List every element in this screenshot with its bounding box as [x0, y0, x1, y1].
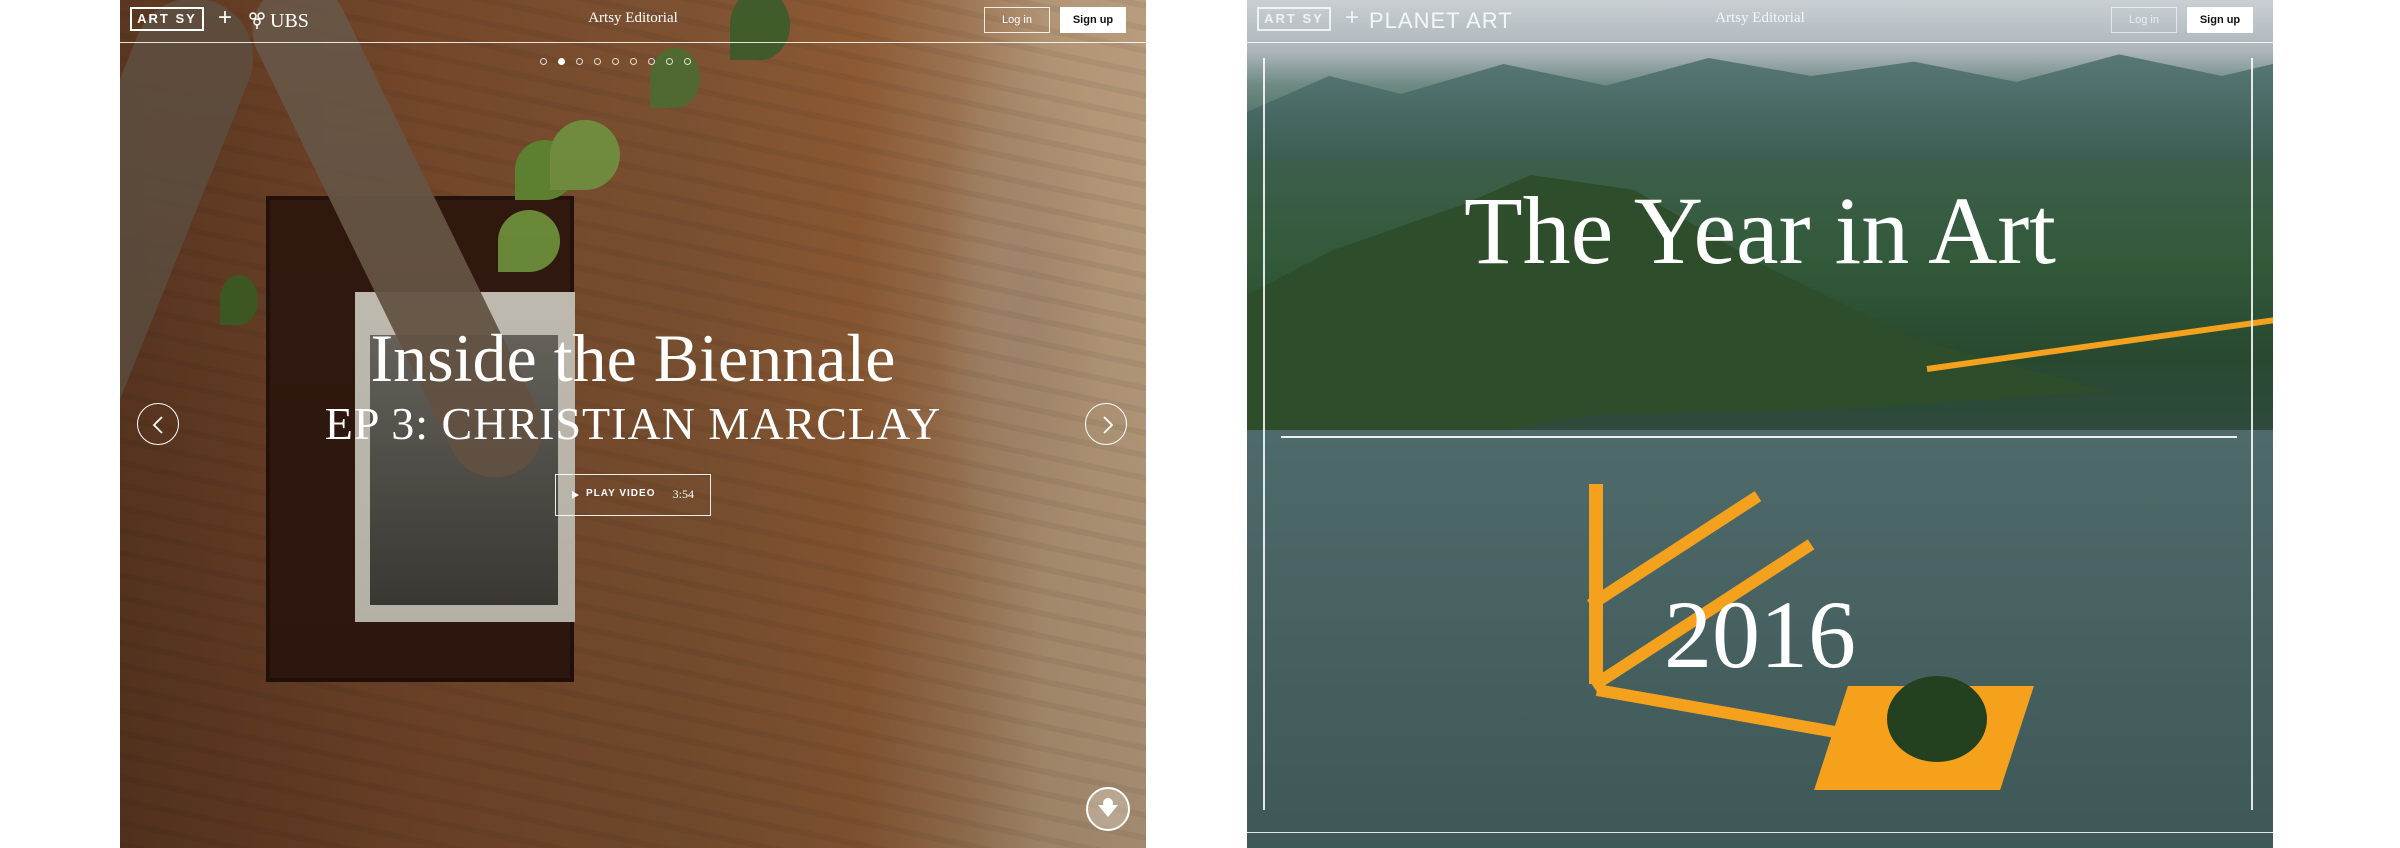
top-nav-bar: ART SY + PLANET ART Artsy Editorial Log … — [1247, 0, 2273, 43]
video-duration: 3:54 — [672, 487, 694, 501]
login-button[interactable]: Log in — [984, 7, 1050, 33]
slide-dot[interactable] — [558, 58, 565, 65]
next-slide-button[interactable] — [1085, 403, 1127, 445]
play-video-button[interactable]: PLAY VIDEO 3:54 — [555, 474, 711, 516]
slide-dot[interactable] — [594, 58, 601, 65]
top-nav-bar: ART SY + UBS Artsy Editorial Log in Sign… — [120, 0, 1146, 43]
slide-dot[interactable] — [576, 58, 583, 65]
slide-indicator — [540, 58, 691, 70]
chevron-right-icon — [1103, 416, 1114, 434]
play-icon — [572, 491, 579, 499]
title-rule — [1281, 436, 2237, 438]
previous-slide-button[interactable] — [137, 403, 179, 445]
signup-button[interactable]: Sign up — [1060, 7, 1126, 33]
right-screenshot: ART SY + PLANET ART Artsy Editorial Log … — [1247, 0, 2273, 848]
login-button[interactable]: Log in — [2111, 7, 2177, 33]
badge-icon — [1098, 798, 1118, 817]
slide-dot[interactable] — [540, 58, 547, 65]
slide-dot[interactable] — [648, 58, 655, 65]
help-badge-button[interactable] — [1086, 787, 1130, 831]
divider — [1247, 832, 2273, 833]
slide-dot[interactable] — [630, 58, 637, 65]
hero-subtitle: EP 3: CHRISTIAN MARCLAY — [324, 398, 942, 449]
hero-frame — [1263, 58, 2253, 810]
slide-dot[interactable] — [612, 58, 619, 65]
signup-button[interactable]: Sign up — [2187, 7, 2253, 33]
hero-title: The Year in Art — [1464, 177, 2056, 284]
slide-dot[interactable] — [684, 58, 691, 65]
chevron-left-icon — [152, 416, 163, 434]
slide-dot[interactable] — [666, 58, 673, 65]
left-screenshot: ART SY + UBS Artsy Editorial Log in Sign… — [120, 0, 1146, 848]
hero-title: Inside the Biennale — [370, 320, 896, 396]
hero-year: 2016 — [1664, 581, 1856, 688]
play-video-label: PLAY VIDEO — [586, 488, 656, 499]
